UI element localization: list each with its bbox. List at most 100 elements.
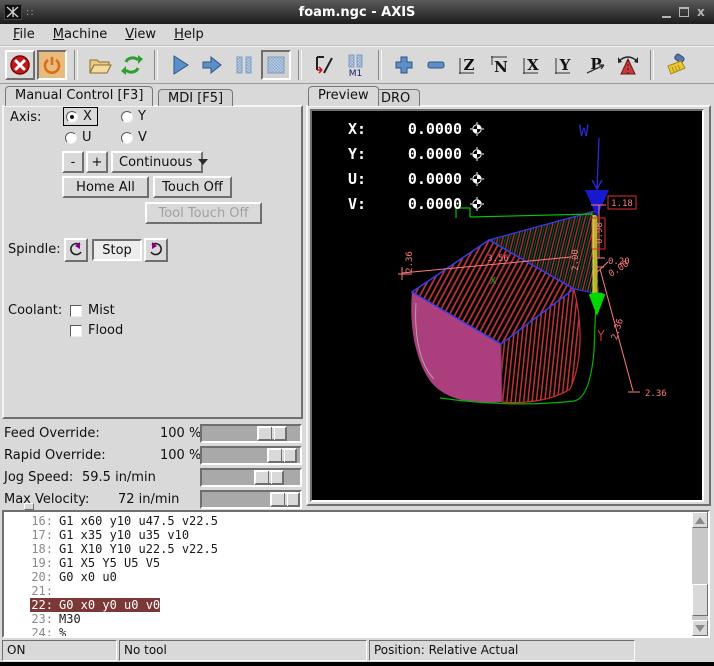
window-title: foam.ngc - AXIS bbox=[0, 5, 714, 20]
axis-radio-y[interactable]: Y bbox=[119, 108, 151, 125]
jog-speed-slider[interactable] bbox=[200, 468, 302, 487]
spindle-ccw-button[interactable] bbox=[64, 238, 88, 262]
gcode-line[interactable]: 21: bbox=[4, 584, 690, 598]
skip-lines-button[interactable] bbox=[309, 50, 339, 80]
spindle-stop-button[interactable]: Stop bbox=[92, 239, 142, 261]
gcode-scrollbar[interactable] bbox=[692, 512, 708, 636]
run-button[interactable] bbox=[165, 50, 195, 80]
mist-checkbox[interactable]: Mist bbox=[70, 303, 115, 318]
tab-preview[interactable]: Preview bbox=[308, 86, 379, 106]
view-y-icon: Y bbox=[552, 53, 576, 77]
svg-text:0.98: 0.98 bbox=[595, 222, 605, 244]
checkbox-box bbox=[70, 305, 82, 317]
gcode-line[interactable]: 24:% bbox=[4, 626, 690, 638]
scroll-up-button[interactable] bbox=[692, 512, 708, 528]
gcode-line[interactable]: 22:G0 x0 y0 u0 v0 bbox=[4, 598, 690, 612]
feed-override-label: Feed Override: bbox=[4, 426, 100, 441]
reload-icon bbox=[120, 53, 144, 77]
x-axis-marker: X bbox=[490, 276, 496, 287]
gcode-line[interactable]: 20:G0 x0 u0 bbox=[4, 570, 690, 584]
pause-button[interactable] bbox=[229, 50, 259, 80]
scrollbar-thumb[interactable] bbox=[692, 584, 708, 616]
close-button[interactable]: x bbox=[697, 7, 708, 18]
touch-off-button[interactable]: Touch Off bbox=[153, 176, 232, 198]
menu-machine[interactable]: Machine bbox=[44, 25, 116, 44]
max-velocity-value: 72 in/min bbox=[118, 492, 179, 507]
svg-text:N: N bbox=[494, 58, 508, 76]
optional-pause-button[interactable]: M1 bbox=[341, 50, 371, 80]
jog-plus-button[interactable]: + bbox=[86, 151, 108, 173]
open-file-button[interactable] bbox=[85, 50, 115, 80]
toolbar-separator bbox=[378, 50, 382, 80]
menu-view[interactable]: View bbox=[116, 25, 165, 44]
machine-power-button[interactable] bbox=[37, 50, 67, 80]
axis-radio-v[interactable]: V bbox=[119, 129, 152, 146]
svg-text:2.00: 2.00 bbox=[571, 249, 581, 271]
zoom-in-button[interactable] bbox=[389, 50, 419, 80]
toolbar-separator bbox=[154, 50, 158, 80]
radio-circle bbox=[65, 132, 77, 144]
jog-speed-row: Jog Speed: 59.5 in/min bbox=[0, 468, 305, 488]
estop-icon bbox=[9, 54, 31, 76]
stop-icon bbox=[265, 54, 287, 76]
rapid-override-slider[interactable] bbox=[200, 446, 302, 465]
minimize-button[interactable] bbox=[662, 7, 671, 18]
dro-row-u: U:0.0000 bbox=[348, 166, 484, 191]
view-perspective-button[interactable]: P bbox=[581, 50, 611, 80]
gcode-line[interactable]: 18:G1 X10 Y10 u22.5 v22.5 bbox=[4, 542, 690, 556]
max-velocity-slider[interactable] bbox=[200, 490, 302, 509]
titlebar[interactable]: :: foam.ngc - AXIS x bbox=[0, 0, 714, 24]
menu-file[interactable]: File bbox=[4, 25, 44, 44]
gcode-line[interactable]: 16:G1 x60 y10 u47.5 v22.5 bbox=[4, 514, 690, 528]
spindle-cw-button[interactable] bbox=[144, 238, 168, 262]
estop-button[interactable] bbox=[5, 50, 35, 80]
feed-override-slider[interactable] bbox=[200, 424, 302, 443]
pane-sash-handle[interactable] bbox=[24, 503, 34, 510]
tab-mdi[interactable]: MDI [F5] bbox=[158, 89, 233, 106]
preview-canvas[interactable]: W 1.18 0.98 0.20 0.00 bbox=[310, 109, 704, 502]
axis-radio-x[interactable]: X bbox=[63, 107, 98, 126]
spindle-ccw-icon bbox=[67, 241, 85, 259]
gcode-line[interactable]: 19:G1 X5 Y5 U5 V5 bbox=[4, 556, 690, 570]
slider-handle[interactable] bbox=[254, 470, 284, 485]
homed-icon bbox=[470, 172, 484, 186]
max-velocity-row: Max Velocity: 72 in/min bbox=[0, 490, 305, 510]
jog-minus-button[interactable]: - bbox=[62, 151, 84, 173]
svg-text:Y: Y bbox=[559, 56, 571, 74]
tool-status: No tool bbox=[119, 640, 367, 661]
stop-button[interactable] bbox=[261, 50, 291, 80]
maximize-button[interactable] bbox=[679, 7, 689, 17]
slider-handle[interactable] bbox=[257, 426, 287, 441]
flood-checkbox[interactable]: Flood bbox=[70, 323, 123, 338]
slider-handle[interactable] bbox=[267, 448, 297, 463]
tab-manual-control[interactable]: Manual Control [F3] bbox=[5, 86, 153, 106]
view-x-button[interactable]: X bbox=[517, 50, 547, 80]
gcode-listing[interactable]: 16:G1 x60 y10 u47.5 v22.5 17:G1 x35 y10 … bbox=[2, 510, 710, 638]
gcode-line[interactable]: 17:G1 x35 y10 u35 v10 bbox=[4, 528, 690, 542]
reload-button[interactable] bbox=[117, 50, 147, 80]
view-z-button[interactable]: Z bbox=[453, 50, 483, 80]
menu-help[interactable]: Help bbox=[165, 25, 213, 44]
jog-increment-dropdown[interactable]: Continuous bbox=[111, 151, 203, 173]
axis-radio-u[interactable]: U bbox=[63, 129, 97, 146]
gcode-line[interactable]: 23:M30 bbox=[4, 612, 690, 626]
pause-icon bbox=[233, 54, 255, 76]
svg-text:1.18: 1.18 bbox=[611, 199, 633, 209]
toolbar-separator bbox=[650, 50, 654, 80]
home-all-button[interactable]: Home All bbox=[62, 176, 149, 198]
dro-readout: X:0.0000 Y:0.0000 U:0.0000 V:0.0000 bbox=[348, 116, 484, 216]
step-button[interactable] bbox=[197, 50, 227, 80]
slider-handle[interactable] bbox=[270, 492, 300, 507]
clear-plot-icon bbox=[664, 53, 688, 77]
view-y-button[interactable]: Y bbox=[549, 50, 579, 80]
rotate-view-button[interactable] bbox=[613, 50, 643, 80]
tool-cone-green bbox=[589, 295, 605, 316]
clear-plot-button[interactable] bbox=[661, 50, 691, 80]
axis-label: Axis: bbox=[10, 110, 41, 125]
zoom-out-button[interactable] bbox=[421, 50, 451, 80]
radio-circle bbox=[121, 111, 133, 123]
dro-row-v: V:0.0000 bbox=[348, 191, 484, 216]
zoom-out-icon bbox=[425, 54, 447, 76]
scroll-down-button[interactable] bbox=[692, 620, 708, 636]
view-z-rotated-button[interactable]: N bbox=[485, 50, 515, 80]
